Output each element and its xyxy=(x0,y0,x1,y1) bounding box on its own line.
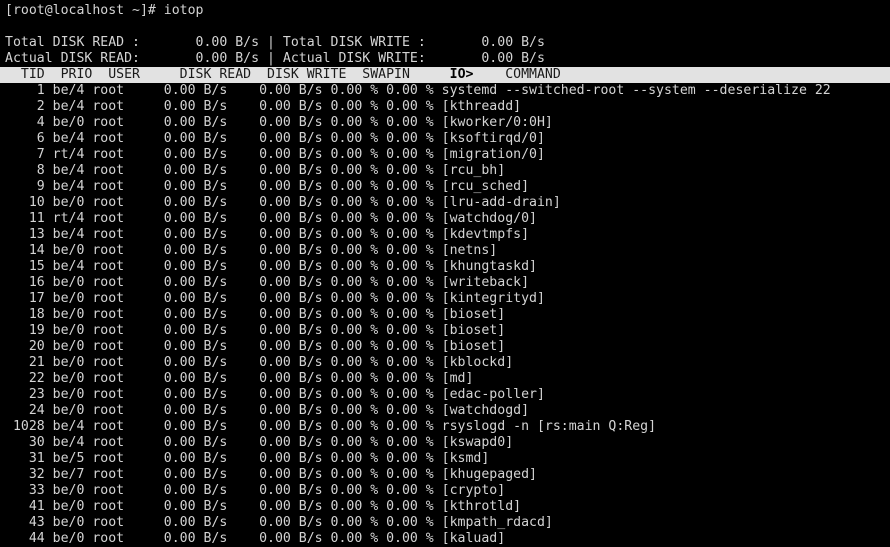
table-header-row[interactable]: TID PRIO USER DISK READ DISK WRITE SWAPI… xyxy=(0,67,890,83)
process-row[interactable]: 31 be/5 root 0.00 B/s 0.00 B/s 0.00 % 0.… xyxy=(0,451,890,467)
process-row[interactable]: 15 be/4 root 0.00 B/s 0.00 B/s 0.00 % 0.… xyxy=(0,259,890,275)
process-row[interactable]: 9 be/4 root 0.00 B/s 0.00 B/s 0.00 % 0.0… xyxy=(0,179,890,195)
process-row[interactable]: 11 rt/4 root 0.00 B/s 0.00 B/s 0.00 % 0.… xyxy=(0,211,890,227)
process-row[interactable]: 41 be/0 root 0.00 B/s 0.00 B/s 0.00 % 0.… xyxy=(0,499,890,515)
process-list: 1 be/4 root 0.00 B/s 0.00 B/s 0.00 % 0.0… xyxy=(0,83,890,547)
process-row[interactable]: 23 be/0 root 0.00 B/s 0.00 B/s 0.00 % 0.… xyxy=(0,387,890,403)
table-header-prefix: TID PRIO USER DISK READ DISK WRITE SWAPI… xyxy=(5,67,450,82)
process-row[interactable]: 1 be/4 root 0.00 B/s 0.00 B/s 0.00 % 0.0… xyxy=(0,83,890,99)
process-row[interactable]: 4 be/0 root 0.00 B/s 0.00 B/s 0.00 % 0.0… xyxy=(0,115,890,131)
process-row[interactable]: 7 rt/4 root 0.00 B/s 0.00 B/s 0.00 % 0.0… xyxy=(0,147,890,163)
process-row[interactable]: 2 be/4 root 0.00 B/s 0.00 B/s 0.00 % 0.0… xyxy=(0,99,890,115)
table-header-sort-column[interactable]: IO> xyxy=(450,67,474,82)
process-row[interactable]: 22 be/0 root 0.00 B/s 0.00 B/s 0.00 % 0.… xyxy=(0,371,890,387)
process-row[interactable]: 17 be/0 root 0.00 B/s 0.00 B/s 0.00 % 0.… xyxy=(0,291,890,307)
process-row[interactable]: 16 be/0 root 0.00 B/s 0.00 B/s 0.00 % 0.… xyxy=(0,275,890,291)
summary-actual-line: Actual DISK READ: 0.00 B/s | Actual DISK… xyxy=(5,51,545,66)
summary-total-line: Total DISK READ : 0.00 B/s | Total DISK … xyxy=(5,35,545,50)
process-row[interactable]: 14 be/0 root 0.00 B/s 0.00 B/s 0.00 % 0.… xyxy=(0,243,890,259)
process-row[interactable]: 24 be/0 root 0.00 B/s 0.00 B/s 0.00 % 0.… xyxy=(0,403,890,419)
process-row[interactable]: 21 be/0 root 0.00 B/s 0.00 B/s 0.00 % 0.… xyxy=(0,355,890,371)
terminal-window[interactable]: [root@localhost ~]# iotop Total DISK REA… xyxy=(0,0,890,547)
process-row[interactable]: 19 be/0 root 0.00 B/s 0.00 B/s 0.00 % 0.… xyxy=(0,323,890,339)
process-row[interactable]: 8 be/4 root 0.00 B/s 0.00 B/s 0.00 % 0.0… xyxy=(0,163,890,179)
process-row[interactable]: 20 be/0 root 0.00 B/s 0.00 B/s 0.00 % 0.… xyxy=(0,339,890,355)
process-row[interactable]: 13 be/4 root 0.00 B/s 0.00 B/s 0.00 % 0.… xyxy=(0,227,890,243)
process-row[interactable]: 30 be/4 root 0.00 B/s 0.00 B/s 0.00 % 0.… xyxy=(0,435,890,451)
process-row[interactable]: 18 be/0 root 0.00 B/s 0.00 B/s 0.00 % 0.… xyxy=(0,307,890,323)
process-row[interactable]: 32 be/7 root 0.00 B/s 0.00 B/s 0.00 % 0.… xyxy=(0,467,890,483)
process-row[interactable]: 33 be/0 root 0.00 B/s 0.00 B/s 0.00 % 0.… xyxy=(0,483,890,499)
table-header-suffix: COMMAND xyxy=(473,67,561,82)
process-row[interactable]: 10 be/0 root 0.00 B/s 0.00 B/s 0.00 % 0.… xyxy=(0,195,890,211)
process-row[interactable]: 1028 be/4 root 0.00 B/s 0.00 B/s 0.00 % … xyxy=(0,419,890,435)
process-row[interactable]: 44 be/0 root 0.00 B/s 0.00 B/s 0.00 % 0.… xyxy=(0,531,890,547)
process-row[interactable]: 43 be/0 root 0.00 B/s 0.00 B/s 0.00 % 0.… xyxy=(0,515,890,531)
shell-prompt-line: [root@localhost ~]# iotop xyxy=(5,3,204,18)
process-row[interactable]: 6 be/4 root 0.00 B/s 0.00 B/s 0.00 % 0.0… xyxy=(0,131,890,147)
